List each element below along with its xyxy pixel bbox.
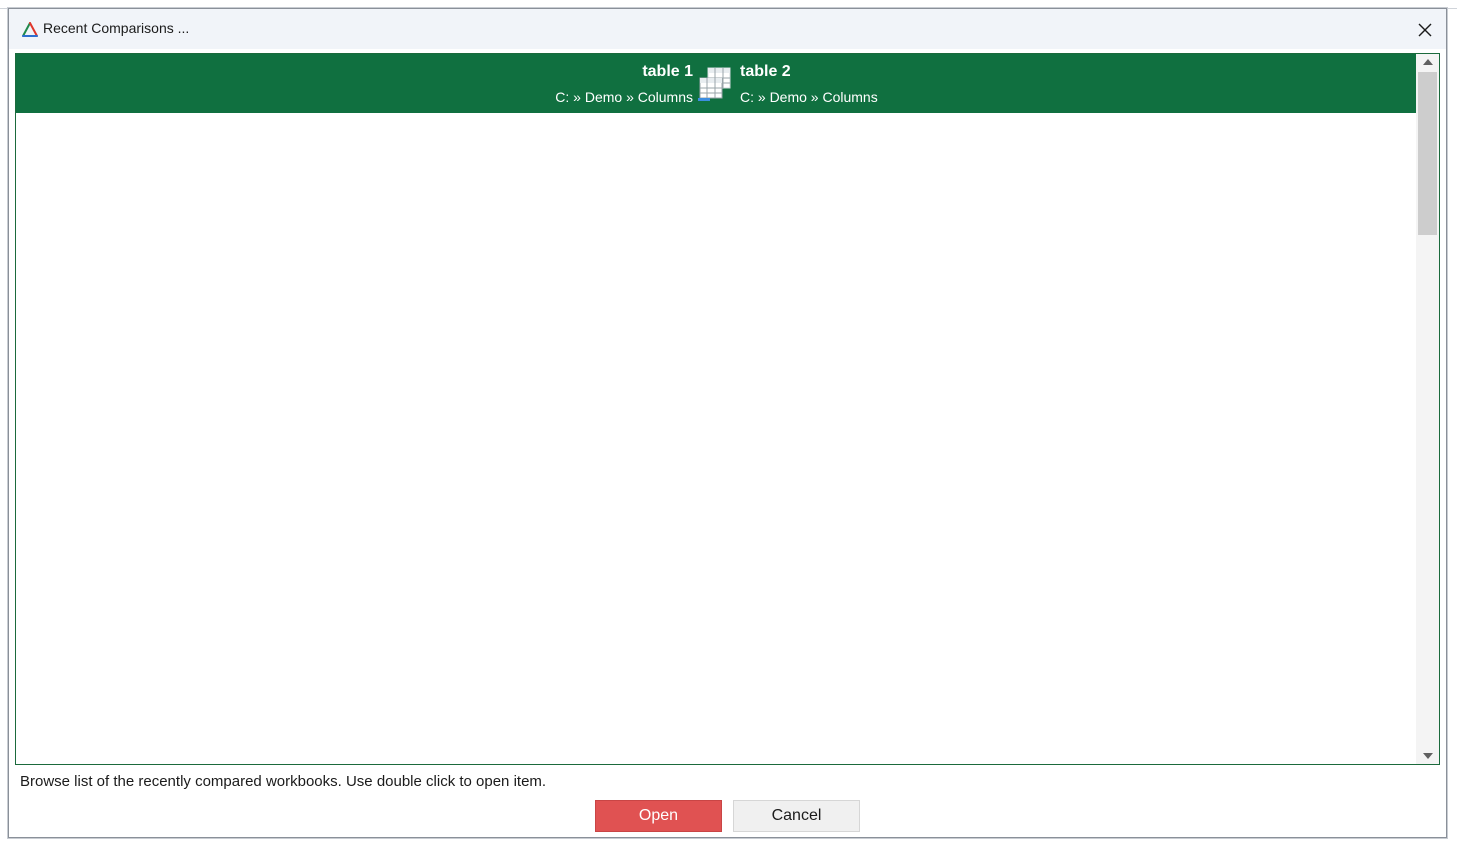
- cancel-button[interactable]: Cancel: [733, 800, 860, 832]
- item-right-side: table 2 C: » Demo » Columns: [740, 54, 878, 113]
- item-left-side: table 1 C: » Demo » Columns: [555, 54, 693, 113]
- left-workbook-path: C: » Demo » Columns: [555, 89, 693, 105]
- scroll-up-button[interactable]: [1416, 54, 1439, 70]
- window-title: Recent Comparisons ...: [43, 20, 190, 36]
- vertical-scrollbar[interactable]: [1416, 54, 1439, 764]
- triangle-logo-icon: [21, 21, 39, 38]
- recent-comparisons-list[interactable]: table 1 C: » Demo » Columns table 2 C: »…: [15, 53, 1440, 765]
- title-bar: Recent Comparisons ...: [9, 9, 1446, 49]
- scrollbar-thumb[interactable]: [1418, 72, 1437, 235]
- compare-tables-icon: [696, 66, 734, 104]
- left-workbook-name: table 1: [642, 63, 693, 80]
- open-button[interactable]: Open: [595, 800, 722, 832]
- scroll-up-arrow-icon: [1422, 59, 1433, 65]
- scroll-down-button[interactable]: [1416, 748, 1439, 764]
- recent-comparisons-dialog: Recent Comparisons ... table 1 C: » Demo…: [8, 8, 1447, 838]
- right-workbook-name: table 2: [740, 63, 791, 80]
- list-item[interactable]: table 1 C: » Demo » Columns table 2 C: »…: [16, 54, 1416, 113]
- right-workbook-path: C: » Demo » Columns: [740, 89, 878, 105]
- close-button[interactable]: [1410, 15, 1440, 45]
- close-icon: [1418, 23, 1432, 37]
- hint-text: Browse list of the recently compared wor…: [20, 773, 547, 790]
- scroll-down-arrow-icon: [1422, 753, 1433, 759]
